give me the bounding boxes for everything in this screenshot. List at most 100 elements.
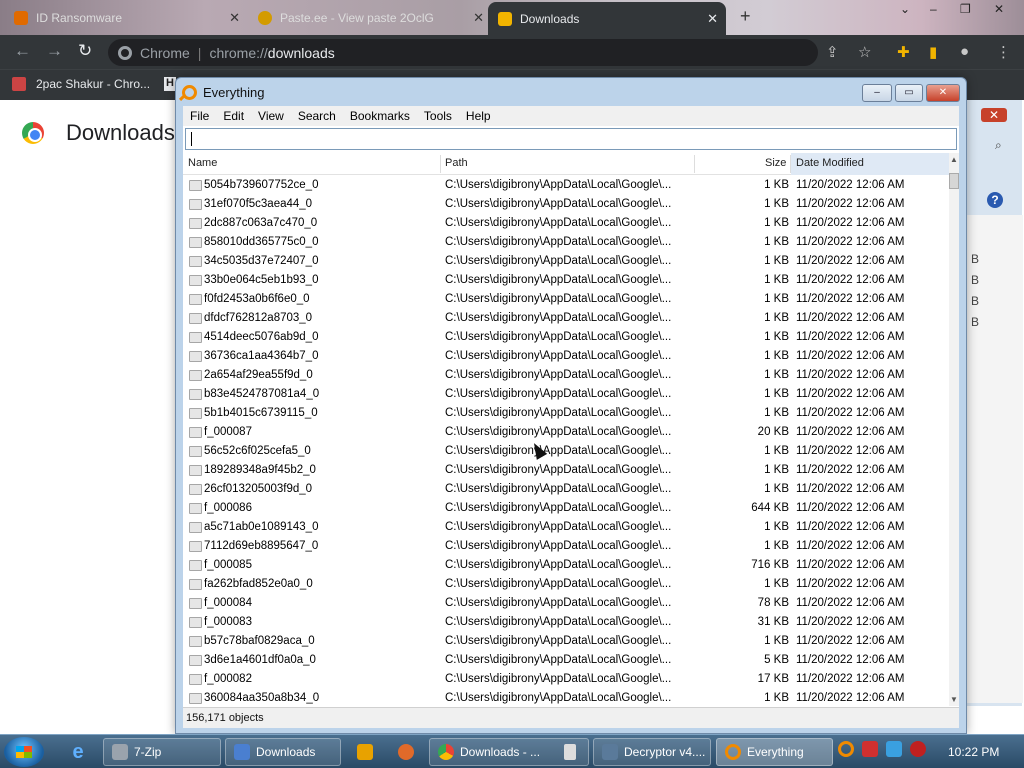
table-row[interactable]: 33b0e064c5eb1b93_0 C:\Users\digibrony\App… [183,271,949,290]
table-row[interactable]: 26cf013205003f9d_0 C:\Users\digibrony\App… [183,480,949,499]
column-divider[interactable] [440,155,441,173]
table-row[interactable]: f_000086 C:\Users\digibrony\AppData\Local… [183,499,949,518]
url-path: downloads [267,44,335,61]
extensions-icon[interactable]: ✚ [897,43,910,61]
cell-name: a5c71ab0e1089143_0 [204,521,319,533]
table-row[interactable]: 2a654af29ea55f9d_0 C:\Users\digibrony\App… [183,366,949,385]
table-row[interactable]: 2dc887c063a7c470_0 C:\Users\digibrony\App… [183,214,949,233]
column-divider[interactable] [790,155,791,173]
table-row[interactable]: dfdcf762812a8703_0 C:\Users\digibrony\App… [183,309,949,328]
help-icon[interactable]: ? [987,192,1003,208]
bg-search-icon[interactable]: ⌕ [995,138,1002,153]
background-window[interactable]: ✕ ⌕ ? B B B B [960,100,1023,706]
column-header-size[interactable]: Size [765,157,786,169]
table-row[interactable]: f_000082 C:\Users\digibrony\AppData\Local… [183,670,949,689]
close-tab-icon[interactable]: ✕ [229,10,240,26]
close-button[interactable]: ✕ [926,84,960,102]
column-header-name[interactable]: Name [188,157,217,169]
tab-search-icon[interactable]: ⌄ [900,2,910,16]
table-row[interactable]: 56c52c6f025cefa5_0 C:\Users\digibrony\App… [183,442,949,461]
text-caret [191,132,192,146]
app-icon[interactable] [552,739,588,765]
menu-view[interactable]: View [251,109,291,123]
table-row[interactable]: fa262bfad852e0a0_0 C:\Users\digibrony\App… [183,575,949,594]
tray-record-icon[interactable] [910,741,926,757]
table-row[interactable]: 36736ca1aa4364b7_0 C:\Users\digibrony\App… [183,347,949,366]
menu-kebab-icon[interactable]: ⋮ [996,43,1011,61]
table-row[interactable]: f0fd2453a0b6f6e0_0 C:\Users\digibrony\App… [183,290,949,309]
menu-tools[interactable]: Tools [417,109,459,123]
new-tab-button[interactable]: + [740,6,751,27]
scroll-down-arrow-icon[interactable]: ▼ [950,695,958,704]
minimize-button[interactable]: – [930,2,937,16]
table-row[interactable]: 4514deec5076ab9d_0 C:\Users\digibrony\App… [183,328,949,347]
close-tab-icon[interactable]: ✕ [473,10,484,26]
profile-avatar-icon[interactable]: ● [960,43,969,60]
paint-icon[interactable] [388,739,424,765]
internet-explorer-icon[interactable]: e [60,739,96,765]
start-button[interactable] [4,737,44,767]
minimize-button[interactable]: – [862,84,892,102]
menu-file[interactable]: File [183,109,216,123]
menu-edit[interactable]: Edit [216,109,251,123]
taskbar-item-downloads-folder[interactable]: Downloads [225,738,341,766]
ie-logo-icon: e [72,740,84,763]
table-row[interactable]: a5c71ab0e1089143_0 C:\Users\digibrony\App… [183,518,949,537]
table-row[interactable]: 360084aa350a8b34_0 C:\Users\digibrony\App… [183,689,949,707]
file-icon [189,465,202,476]
forward-arrow-icon[interactable]: → [46,41,63,61]
scrollbar-thumb[interactable] [949,173,959,189]
taskbar-item-decryptor[interactable]: Decryptor v4.... [593,738,711,766]
tab-downloads[interactable]: Downloads ✕ [488,2,726,35]
table-row[interactable]: b83e4524787081a4_0 C:\Users\digibrony\App… [183,385,949,404]
tray-network-icon[interactable] [886,741,902,757]
back-arrow-icon[interactable]: ← [14,41,31,61]
bookmark-star-icon[interactable]: ☆ [858,43,871,61]
table-row[interactable]: f_000087 C:\Users\digibrony\AppData\Local… [183,423,949,442]
table-row[interactable]: f_000083 C:\Users\digibrony\AppData\Local… [183,613,949,632]
table-row[interactable]: 31ef070f5c3aea44_0 C:\Users\digibrony\App… [183,195,949,214]
table-row[interactable]: 189289348a9f45b2_0 C:\Users\digibrony\App… [183,461,949,480]
table-row[interactable]: 5054b739607752ce_0 C:\Users\digibrony\App… [183,176,949,195]
column-header-date-modified[interactable]: Date Modified [796,157,864,169]
file-icon [189,256,202,267]
cell-size: 1 KB [764,521,789,533]
column-divider[interactable] [694,155,695,173]
table-row[interactable]: 7112d69eb8895647_0 C:\Users\digibrony\App… [183,537,949,556]
table-row[interactable]: 3d6e1a4601df0a0a_0 C:\Users\digibrony\App… [183,651,949,670]
scroll-up-arrow-icon[interactable]: ▲ [950,155,958,164]
tab-id-ransomware[interactable]: ID Ransomware ✕ [4,4,248,31]
bg-close-icon[interactable]: ✕ [981,108,1008,122]
address-bar[interactable]: Chrome | chrome:// downloads [108,39,818,66]
file-icon [189,579,202,590]
taskbar-item-7zip[interactable]: 7-Zip [103,738,221,766]
table-row[interactable]: 5b1b4015c6739115_0 C:\Users\digibrony\App… [183,404,949,423]
close-tab-icon[interactable]: ✕ [707,11,718,27]
taskbar-item-everything[interactable]: Everything [716,738,833,766]
tray-everything-icon[interactable] [838,741,854,757]
everything-titlebar[interactable]: Everything [182,85,264,100]
table-row[interactable]: f_000084 C:\Users\digibrony\AppData\Local… [183,594,949,613]
menu-bookmarks[interactable]: Bookmarks [343,109,417,123]
table-row[interactable]: b57c78baf0829aca_0 C:\Users\digibrony\App… [183,632,949,651]
vertical-scrollbar[interactable]: ▲ ▼ [949,153,959,706]
maximize-button[interactable]: ▭ [895,84,923,102]
media-player-icon[interactable] [347,739,383,765]
column-header-path[interactable]: Path [445,157,468,169]
close-window-button[interactable]: ✕ [994,2,1004,16]
table-row[interactable]: f_000085 C:\Users\digibrony\AppData\Local… [183,556,949,575]
table-row[interactable]: 34c5035d37e72407_0 C:\Users\digibrony\App… [183,252,949,271]
share-icon[interactable]: ⇪ [826,43,839,61]
maximize-button[interactable]: ❐ [960,2,971,16]
tab-paste-ee[interactable]: Paste.ee - View paste 2OclG ✕ [248,4,492,31]
menu-search[interactable]: Search [291,109,343,123]
tray-flag-icon[interactable] [862,741,878,757]
taskbar-clock[interactable]: 10:22 PM [948,745,999,759]
table-row[interactable]: 858010dd365775c0_0 C:\Users\digibrony\App… [183,233,949,252]
search-input[interactable] [185,128,957,150]
bookmark-item[interactable]: 2pac Shakur - Chro... [12,77,150,91]
side-panel-icon[interactable]: ▮ [929,43,937,61]
menu-help[interactable]: Help [459,109,498,123]
tab-label: Paste.ee - View paste 2OclG [280,10,434,25]
reload-icon[interactable]: ↻ [78,41,92,61]
